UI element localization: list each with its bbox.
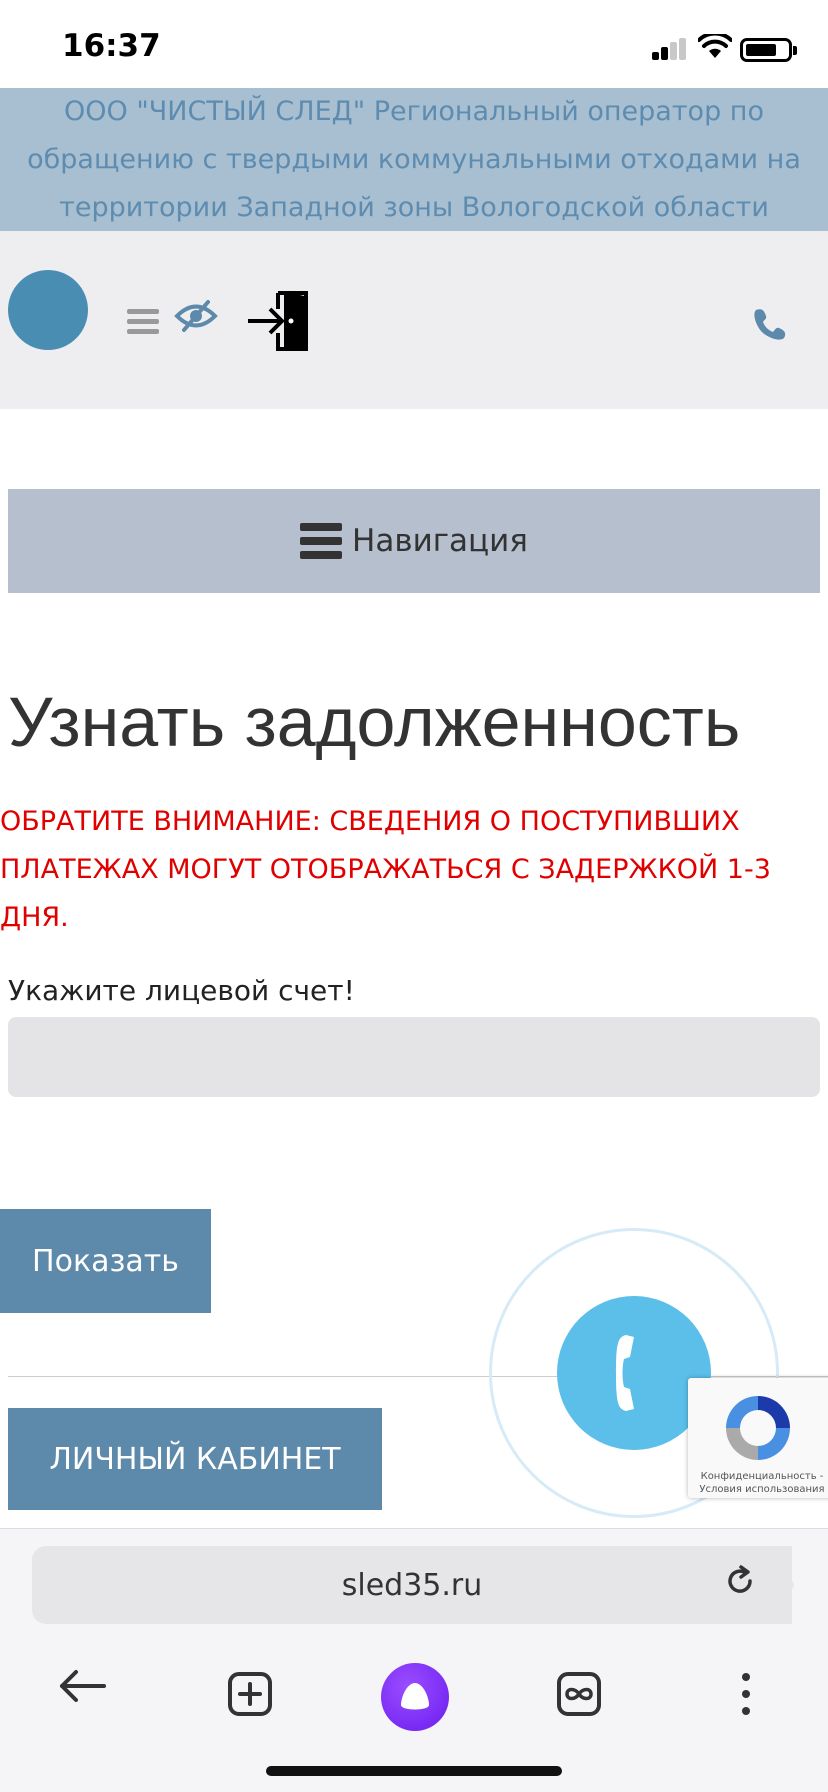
battery-icon bbox=[740, 38, 797, 62]
status-bar: 16:37 bbox=[0, 0, 828, 88]
phone-handset-icon bbox=[616, 1335, 634, 1411]
voice-assistant-button[interactable] bbox=[381, 1663, 449, 1731]
address-bar[interactable]: sled35.ru bbox=[32, 1546, 792, 1624]
top-panel bbox=[0, 231, 828, 409]
wifi-icon bbox=[698, 34, 732, 58]
address-bar-tip bbox=[776, 1546, 794, 1624]
new-tab-icon[interactable] bbox=[227, 1671, 273, 1717]
personal-cabinet-button[interactable]: ЛИЧНЫЙ КАБИНЕТ bbox=[8, 1408, 382, 1510]
navigation-toggle[interactable]: Навигация bbox=[8, 489, 820, 593]
page-title: Узнать задолженность bbox=[8, 683, 741, 761]
url-text: sled35.ru bbox=[341, 1567, 483, 1603]
more-options-icon[interactable] bbox=[738, 1671, 754, 1717]
eye-crossed-icon[interactable] bbox=[174, 299, 218, 333]
navigation-label: Навигация bbox=[352, 523, 528, 559]
login-door-icon[interactable] bbox=[246, 289, 312, 353]
menu-icon[interactable] bbox=[127, 309, 159, 335]
recaptcha-terms[interactable]: Конфиденциальность - Условия использован… bbox=[692, 1470, 828, 1496]
site-logo[interactable] bbox=[8, 270, 88, 350]
assistant-icon bbox=[401, 1683, 429, 1710]
cellular-signal-icon bbox=[652, 38, 688, 60]
hamburger-icon bbox=[300, 523, 343, 559]
back-arrow-icon[interactable] bbox=[58, 1669, 108, 1703]
browser-toolbar: sled35.ru bbox=[0, 1528, 828, 1792]
phone-icon[interactable] bbox=[752, 306, 788, 342]
recaptcha-badge[interactable]: Конфиденциальность - Условия использован… bbox=[688, 1378, 828, 1498]
payment-delay-notice: ОБРАТИТЕ ВНИМАНИЕ: СВЕДЕНИЯ О ПОСТУПИВШИ… bbox=[0, 806, 771, 933]
show-button[interactable]: Показать bbox=[0, 1209, 211, 1313]
recaptcha-icon bbox=[726, 1396, 790, 1460]
account-label: Укажите лицевой счет! bbox=[8, 974, 355, 1007]
status-time: 16:37 bbox=[62, 28, 161, 64]
home-indicator bbox=[266, 1766, 562, 1776]
tabs-icon[interactable] bbox=[556, 1671, 602, 1717]
account-input[interactable] bbox=[8, 1017, 820, 1097]
reload-icon[interactable] bbox=[724, 1565, 756, 1597]
org-banner: ООО "ЧИСТЫЙ СЛЕД" Региональный оператор … bbox=[0, 88, 828, 231]
